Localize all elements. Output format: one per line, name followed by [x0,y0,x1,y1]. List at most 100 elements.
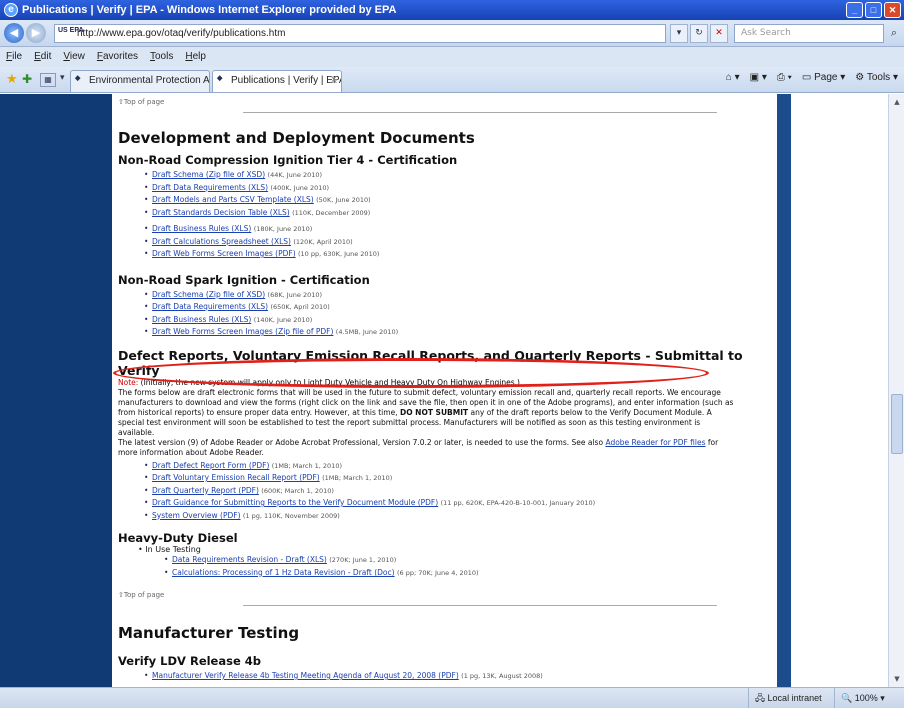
menu-favorites[interactable]: Favorites [97,47,138,67]
epa-tab-icon: ◆ [217,75,223,82]
list-item: System Overview (PDF) (1 pg, 110K, Novem… [144,510,777,523]
list-item: Draft Data Requirements (XLS) (400K, Jun… [144,182,777,195]
tab-environmental-protection[interactable]: ◆ Environmental Protection Ag... [70,70,210,92]
hdd-list: Data Requirements Revision - Draft (XLS)… [164,554,777,579]
in-use-testing-text: In Use Testing [145,545,201,554]
doc-link[interactable]: Draft Schema (Zip file of XSD) [152,170,265,179]
doc-meta: (1MB; March 1, 2010) [271,461,342,470]
dropdown-arrow-icon[interactable]: ▾ [670,24,688,43]
feeds-icon[interactable]: ▣ ▾ [750,72,767,83]
list-item: Calculations: Processing of 1 Hz Data Re… [164,567,777,580]
doc-meta: (270K; June 1, 2010) [329,556,397,564]
url-input[interactable]: US EPA http://www.epa.gov/otaq/verify/pu… [54,24,666,43]
doc-link[interactable]: Draft Calculations Spreadsheet (XLS) [152,237,291,246]
ldv-list: Manufacturer Verify Release 4b Testing M… [144,670,777,683]
window-title: Publications | Verify | EPA - Windows In… [22,4,397,16]
doc-meta: (44K, June 2010) [267,171,323,179]
menu-tools[interactable]: Tools [150,47,173,67]
doc-link[interactable]: Calculations: Processing of 1 Hz Data Re… [172,568,395,577]
status-bar: 🖧 Local intranet 🔍 100% ▾ [0,687,904,708]
list-item: Draft Guidance for Submitting Reports to… [144,497,777,510]
refresh-icon[interactable]: ↻ [690,24,708,43]
scroll-up-icon[interactable]: ▲ [891,96,903,108]
tools-menu-label: Tools [866,72,891,83]
vertical-scrollbar[interactable]: ▲ ▼ [888,94,904,687]
main-article: ⇧Top of page Development and Deployment … [112,94,777,687]
favorites-star-icon[interactable]: ★ [6,72,18,87]
tab-publications-verify[interactable]: ◆ Publications | Verify | EPA X [212,70,342,92]
nrsi-list: Draft Schema (Zip file of XSD) (68K, Jun… [144,289,777,339]
search-input[interactable]: Ask Search [734,24,884,43]
list-item: Draft Quarterly Report (PDF) (600K; Marc… [144,485,777,498]
zoom-control[interactable]: 🔍 100% ▾ [834,688,885,708]
nrci-list-1: Draft Schema (Zip file of XSD) (44K, Jun… [144,169,777,219]
adobe-reader-link[interactable]: Adobe Reader for PDF files [605,438,705,447]
defect-list: Draft Defect Report Form (PDF) (1MB; Mar… [144,460,777,523]
doc-link[interactable]: Draft Web Forms Screen Images (Zip file … [152,327,333,336]
maximize-button[interactable]: □ [865,2,882,18]
page-content: ▲ ▼ ⇧Top of page Development and Deploym… [0,94,904,687]
doc-link[interactable]: Draft Quarterly Report (PDF) [152,486,259,495]
body-text: The latest version (9) of Adobe Reader o… [118,437,604,447]
list-item: Draft Schema (Zip file of XSD) (68K, Jun… [144,289,777,302]
home-icon[interactable]: ⌂ ▾ [726,72,740,83]
menu-file[interactable]: File [6,47,22,67]
note-text: (Initially, the new system will apply on… [140,377,520,387]
back-button[interactable]: ◀ [4,23,24,43]
tab-list-icon[interactable]: ▾ [60,73,65,83]
doc-link[interactable]: System Overview (PDF) [152,511,241,520]
list-item: Draft Calculations Spreadsheet (XLS) (12… [144,236,777,249]
manufacturer-testing-heading: Manufacturer Testing [118,624,300,642]
close-window-button[interactable]: ✕ [884,2,901,18]
doc-link[interactable]: Draft Data Requirements (XLS) [152,183,268,192]
doc-link[interactable]: Manufacturer Verify Release 4b Testing M… [152,671,459,680]
doc-meta: (50K, June 2010) [316,196,371,204]
defect-note: Note: (Initially, the new system will ap… [118,378,777,388]
tools-menu[interactable]: ⚙ Tools ▾ [855,72,898,83]
doc-meta: (10 pp, 630K, June 2010) [298,250,380,258]
menu-view[interactable]: View [63,47,85,67]
quick-tabs-icon[interactable]: ▦ [40,73,56,87]
doc-link[interactable]: Draft Voluntary Emission Recall Report (… [152,473,320,482]
list-item: Draft Defect Report Form (PDF) (1MB; Mar… [144,460,777,473]
doc-meta: (1MB; March 1, 2010) [322,474,393,482]
search-icon[interactable]: ⌕ [886,24,902,43]
list-item: Draft Business Rules (XLS) (140K, June 2… [144,314,777,327]
doc-link[interactable]: Draft Data Requirements (XLS) [152,302,268,311]
nrci-heading: Non-Road Compression Ignition Tier 4 - C… [118,153,458,167]
defect-description: The forms below are draft electronic for… [118,388,738,458]
page-menu[interactable]: ▭ Page ▾ [802,72,845,83]
top-of-page-link[interactable]: ⇧Top of page [118,98,777,106]
doc-meta: (400K, June 2010) [270,183,330,192]
doc-link[interactable]: Draft Business Rules (XLS) [152,224,251,233]
security-zone: 🖧 Local intranet [748,688,822,708]
list-item: Draft Schema (Zip file of XSD) (44K, Jun… [144,169,777,182]
doc-link[interactable]: Draft Models and Parts CSV Template (XLS… [152,195,314,204]
menu-help[interactable]: Help [185,47,206,67]
list-item: Draft Business Rules (XLS) (180K, June 2… [144,223,777,236]
menu-edit[interactable]: Edit [34,47,51,67]
doc-link[interactable]: Draft Defect Report Form (PDF) [152,461,269,470]
doc-link[interactable]: Draft Standards Decision Table (XLS) [152,208,290,217]
close-tab-icon[interactable]: X [330,71,337,91]
top-of-page-link[interactable]: ⇧Top of page [118,591,777,599]
doc-link[interactable]: Draft Web Forms Screen Images (PDF) [152,249,296,258]
tab-bar: ★ ✚ ▦ ▾ ◆ Environmental Protection Ag...… [0,67,904,93]
doc-link[interactable]: Draft Guidance for Submitting Reports to… [152,498,438,507]
doc-meta: (1 pg, 13K, August 2008) [461,672,543,680]
scroll-down-icon[interactable]: ▼ [891,673,903,685]
list-item: Draft Web Forms Screen Images (Zip file … [144,326,777,339]
stop-icon[interactable]: ✕ [710,24,728,43]
scroll-thumb[interactable] [891,394,903,454]
doc-link[interactable]: Draft Schema (Zip file of XSD) [152,290,265,299]
doc-meta: (650K, April 2010) [270,303,330,311]
add-favorite-icon[interactable]: ✚ [22,72,32,86]
doc-link[interactable]: Data Requirements Revision - Draft (XLS) [172,555,327,564]
doc-meta: (11 pp, 620K, EPA-420-B-10-001, January … [440,499,596,507]
list-item: Draft Standards Decision Table (XLS) (11… [144,207,777,220]
print-icon[interactable]: ⎙ ▾ [777,72,792,83]
minimize-button[interactable]: _ [846,2,863,18]
forward-button[interactable]: ▶ [26,23,46,43]
defect-reports-heading: Defect Reports, Voluntary Emission Recal… [118,347,743,378]
doc-link[interactable]: Draft Business Rules (XLS) [152,315,251,324]
